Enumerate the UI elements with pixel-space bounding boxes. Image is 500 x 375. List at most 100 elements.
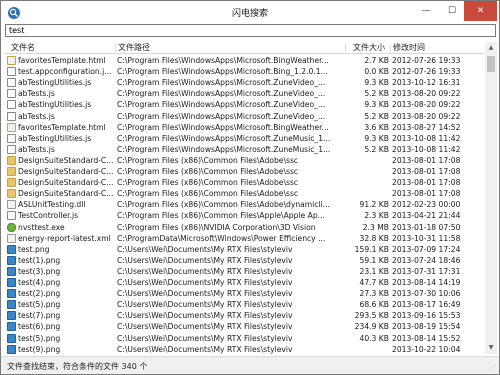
resize-grip-icon[interactable]: ⋰ xyxy=(489,364,497,372)
file-row[interactable]: abTests.js C:\Program Files\WindowsApps\M… xyxy=(5,111,485,122)
file-row[interactable]: test(4).png C:\Users\Wei\Documents\My RTX… xyxy=(5,277,485,288)
file-row[interactable]: DesignSuiteStandard-C... C:\Program Files… xyxy=(5,188,485,199)
file-date: 2013-10-08 11:42 xyxy=(392,144,461,154)
file-path: C:\Program Files\WindowsApps\Microsoft.B… xyxy=(117,67,328,77)
file-row[interactable]: DesignSuiteStandard-C... C:\Program Files… xyxy=(5,166,485,177)
file-row[interactable]: test(5).png C:\Users\Wei\Documents\My RTX… xyxy=(5,333,485,344)
file-name: test(5).png xyxy=(18,300,61,310)
file-row[interactable]: favoritesTemplate.html C:\Program Files\W… xyxy=(5,122,485,133)
scroll-up-arrow-icon[interactable]: ▲ xyxy=(485,42,497,54)
file-row[interactable]: test.appconfiguration.j... C:\Program Fil… xyxy=(5,66,485,77)
file-date: 2013-07-09 17:24 xyxy=(392,244,461,254)
file-name: DesignSuiteStandard-C... xyxy=(18,178,114,188)
file-path: C:\Users\Wei\Documents\My RTX Files\styl… xyxy=(117,333,293,343)
file-list[interactable]: favoritesTemplate.html C:\Program Files\W… xyxy=(5,55,485,355)
file-size: 47.7 KB xyxy=(359,278,389,287)
file-date: 2013-10-31 11:58 xyxy=(392,233,461,243)
file-size: 0.0 KB xyxy=(364,67,389,77)
file-row[interactable]: abTests.js C:\Program Files\WindowsApps\M… xyxy=(5,144,485,155)
js-file-icon xyxy=(7,144,16,154)
png-file-icon xyxy=(7,266,16,276)
file-row[interactable]: abTests.js C:\Program Files\WindowsApps\M… xyxy=(5,88,485,99)
column-divider[interactable] xyxy=(390,43,391,53)
file-size xyxy=(335,188,389,199)
file-row[interactable]: test(1).png C:\Users\Wei\Documents\My RTX… xyxy=(5,255,485,266)
vertical-scrollbar[interactable]: ▲ ▼ xyxy=(485,42,497,354)
search-input[interactable]: test xyxy=(5,24,496,37)
file-path: C:\Program Files (x86)\Common Files\Adob… xyxy=(117,178,299,188)
js-file-icon xyxy=(7,211,16,221)
file-name: abTestingUtilities.js xyxy=(18,78,92,88)
file-row[interactable]: test(7).png C:\Users\Wei\Documents\My RTX… xyxy=(5,310,485,321)
file-path: C:\Users\Wei\Documents\My RTX Files\styl… xyxy=(117,289,293,299)
column-header-path[interactable]: 文件路径 xyxy=(118,42,150,54)
file-row[interactable]: test(9).png C:\Users\Wei\Documents\My RTX… xyxy=(5,344,485,355)
file-row[interactable]: abTestingUtilities.js C:\Program Files\Wi… xyxy=(5,77,485,88)
close-button[interactable]: ✕ xyxy=(464,1,497,21)
app-window: 闪电搜索 — ☐ ✕ test 文件名 文件路径 文件大小 修改时间 favor… xyxy=(0,0,500,375)
file-name: abTestingUtilities.js xyxy=(18,100,92,110)
exe-file-icon xyxy=(7,222,16,232)
file-row[interactable]: ASLUnitTesting.dll C:\Program Files (x86)… xyxy=(5,199,485,210)
file-size: 293.5 KB xyxy=(354,311,389,321)
file-path: C:\Users\Wei\Documents\My RTX Files\styl… xyxy=(117,322,293,332)
column-header-name[interactable]: 文件名 xyxy=(11,42,35,54)
js-file-icon xyxy=(7,100,16,110)
file-size xyxy=(335,177,389,188)
file-path: C:\Users\Wei\Documents\My RTX Files\styl… xyxy=(117,255,293,265)
file-size: 2.7 KB xyxy=(364,56,389,65)
file-row[interactable]: energy-report-latest.xml C:\ProgramData\M… xyxy=(5,233,485,244)
maximize-button[interactable]: ☐ xyxy=(439,1,465,21)
file-row[interactable]: test.png C:\Users\Wei\Documents\My RTX Fi… xyxy=(5,244,485,255)
column-divider[interactable] xyxy=(345,43,346,53)
file-path: C:\Program Files\WindowsApps\Microsoft.Z… xyxy=(117,78,326,88)
file-name: test(4).png xyxy=(18,278,61,287)
png-file-icon xyxy=(7,278,16,287)
file-row[interactable]: DesignSuiteStandard-C... C:\Program Files… xyxy=(5,177,485,188)
file-date: 2013-08-01 17:08 xyxy=(392,189,461,199)
file-name: test(3).png xyxy=(18,266,61,276)
file-row[interactable]: test(6).png C:\Users\Wei\Documents\My RTX… xyxy=(5,321,485,332)
scrollbar-thumb[interactable] xyxy=(487,56,495,72)
file-row[interactable]: abTestingUtilities.js C:\Program Files\Wi… xyxy=(5,133,485,144)
file-date: 2013-08-01 17:08 xyxy=(392,155,461,165)
folder-file-icon xyxy=(7,167,16,176)
file-size: 2.3 KB xyxy=(364,211,389,221)
file-size: 27.3 KB xyxy=(359,289,389,299)
file-row[interactable]: favoritesTemplate.html C:\Program Files\W… xyxy=(5,55,485,66)
file-row[interactable]: abTestingUtilities.js C:\Program Files\Wi… xyxy=(5,99,485,110)
column-divider[interactable] xyxy=(115,43,116,53)
file-path: C:\Users\Wei\Documents\My RTX Files\styl… xyxy=(117,300,293,310)
file-row[interactable]: DesignSuiteStandard-C... C:\Program Files… xyxy=(5,155,485,166)
column-header-size[interactable]: 文件大小 xyxy=(353,42,385,54)
file-path: C:\Program Files (x86)\Common Files\Adob… xyxy=(117,200,330,210)
file-date: 2013-07-24 18:46 xyxy=(392,255,461,265)
file-date: 2013-08-20 09:22 xyxy=(392,89,461,99)
file-size: 23.1 KB xyxy=(359,266,389,276)
file-date: 2013-04-21 21:44 xyxy=(392,211,461,221)
file-path: C:\Program Files (x86)\Common Files\Adob… xyxy=(117,189,299,199)
file-row[interactable]: nvsttest.exe C:\Program Files (x86)\NVIDI… xyxy=(5,222,485,233)
scroll-down-arrow-icon[interactable]: ▼ xyxy=(485,342,497,354)
file-name: TestController.js xyxy=(18,211,79,221)
file-name: test(7).png xyxy=(18,311,61,321)
file-row[interactable]: test(3).png C:\Users\Wei\Documents\My RTX… xyxy=(5,266,485,277)
file-path: C:\Program Files (x86)\NVIDIA Corporatio… xyxy=(117,222,316,232)
png-file-icon xyxy=(7,300,16,310)
file-date: 2013-08-20 09:22 xyxy=(392,100,461,110)
dll-file-icon xyxy=(7,200,16,210)
column-header-date[interactable]: 修改时间 xyxy=(393,42,425,54)
file-path: C:\Program Files\WindowsApps\Microsoft.Z… xyxy=(117,133,331,143)
file-row[interactable]: test(5).png C:\Users\Wei\Documents\My RTX… xyxy=(5,299,485,310)
png-file-icon xyxy=(7,333,16,343)
title-bar[interactable]: 闪电搜索 — ☐ ✕ xyxy=(1,1,499,25)
minimize-button[interactable]: — xyxy=(413,1,439,21)
file-size: 234.9 KB xyxy=(354,322,389,332)
png-file-icon xyxy=(7,289,16,299)
file-date: 2013-08-14 15:52 xyxy=(392,333,461,343)
file-row[interactable]: test(2).png C:\Users\Wei\Documents\My RTX… xyxy=(5,288,485,299)
file-name: energy-report-latest.xml xyxy=(18,233,111,243)
file-path: C:\Users\Wei\Documents\My RTX Files\styl… xyxy=(117,266,293,276)
html-file-icon xyxy=(7,122,16,132)
file-row[interactable]: TestController.js C:\Program Files (x86)\… xyxy=(5,210,485,221)
